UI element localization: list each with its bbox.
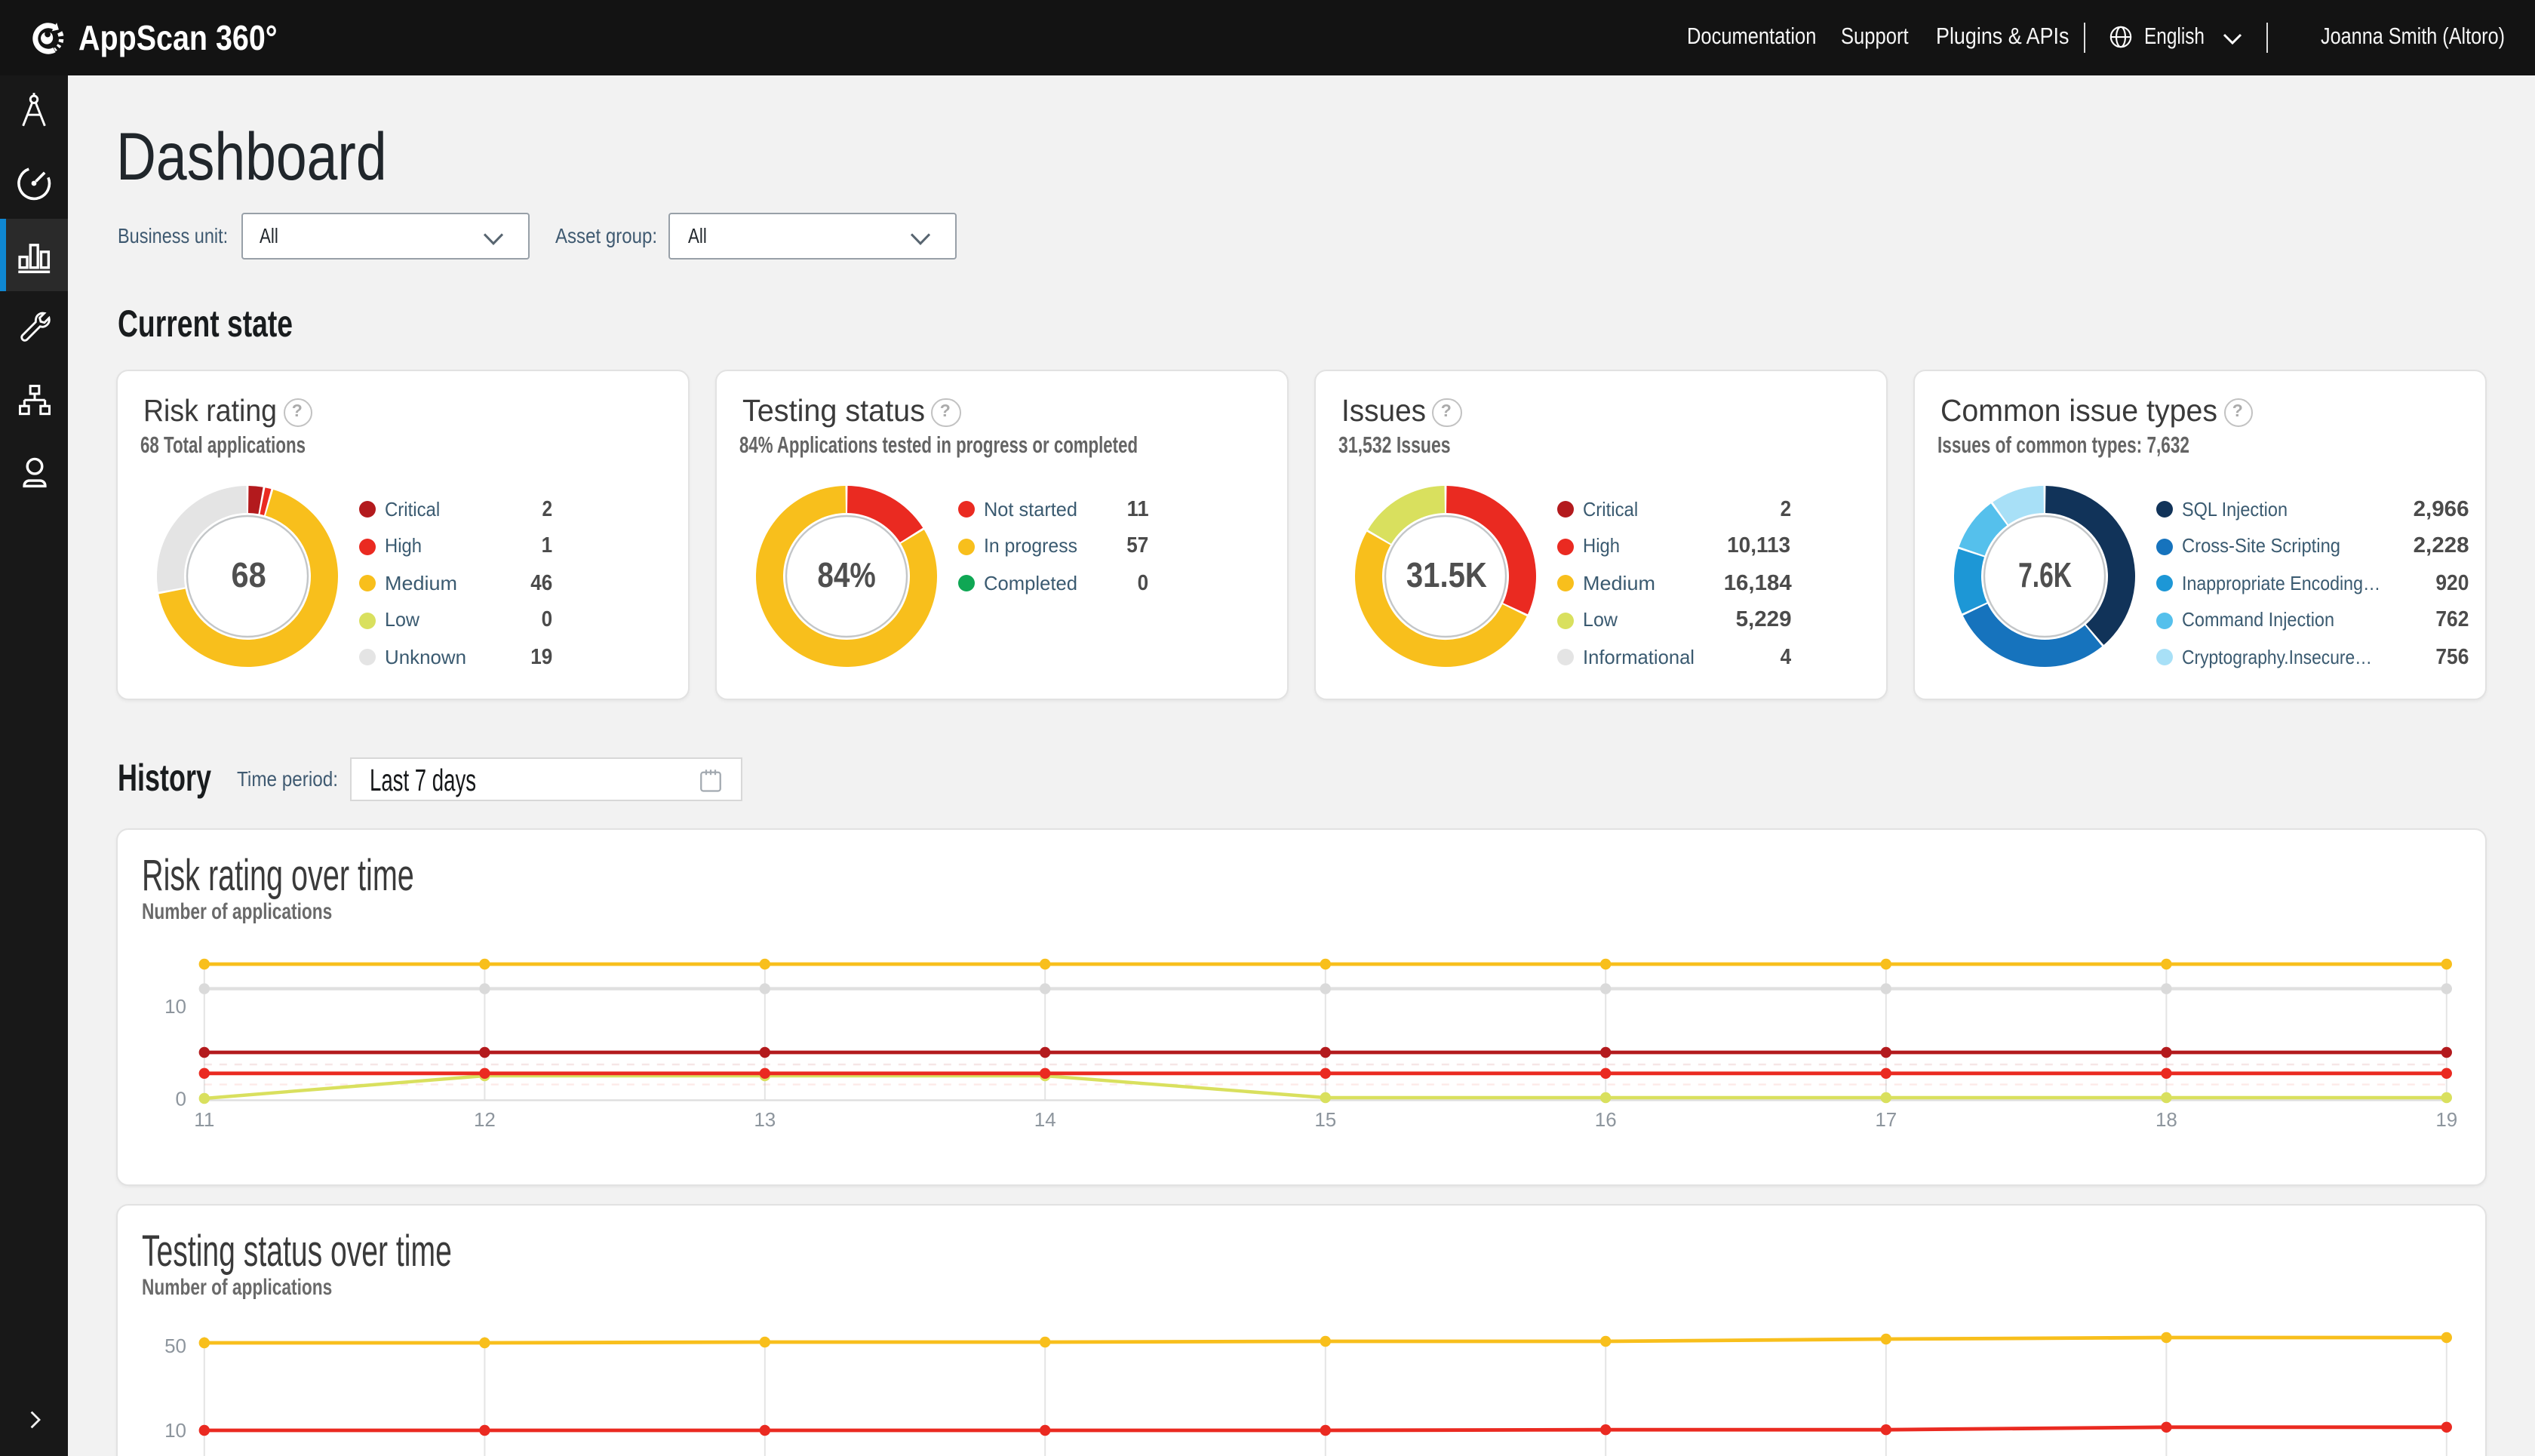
svg-text:18: 18 xyxy=(2156,1108,2177,1131)
svg-text:11: 11 xyxy=(194,1108,214,1131)
svg-text:50: 50 xyxy=(164,1335,186,1357)
svg-text:14: 14 xyxy=(1034,1108,1056,1131)
svg-text:17: 17 xyxy=(1875,1108,1897,1131)
svg-text:10: 10 xyxy=(164,1419,186,1442)
svg-text:13: 13 xyxy=(754,1108,776,1131)
svg-text:0: 0 xyxy=(176,1087,186,1110)
svg-text:10: 10 xyxy=(164,995,186,1018)
svg-text:19: 19 xyxy=(2435,1108,2457,1131)
svg-text:12: 12 xyxy=(474,1108,496,1131)
svg-text:16: 16 xyxy=(1595,1108,1617,1131)
svg-text:15: 15 xyxy=(1314,1108,1336,1131)
